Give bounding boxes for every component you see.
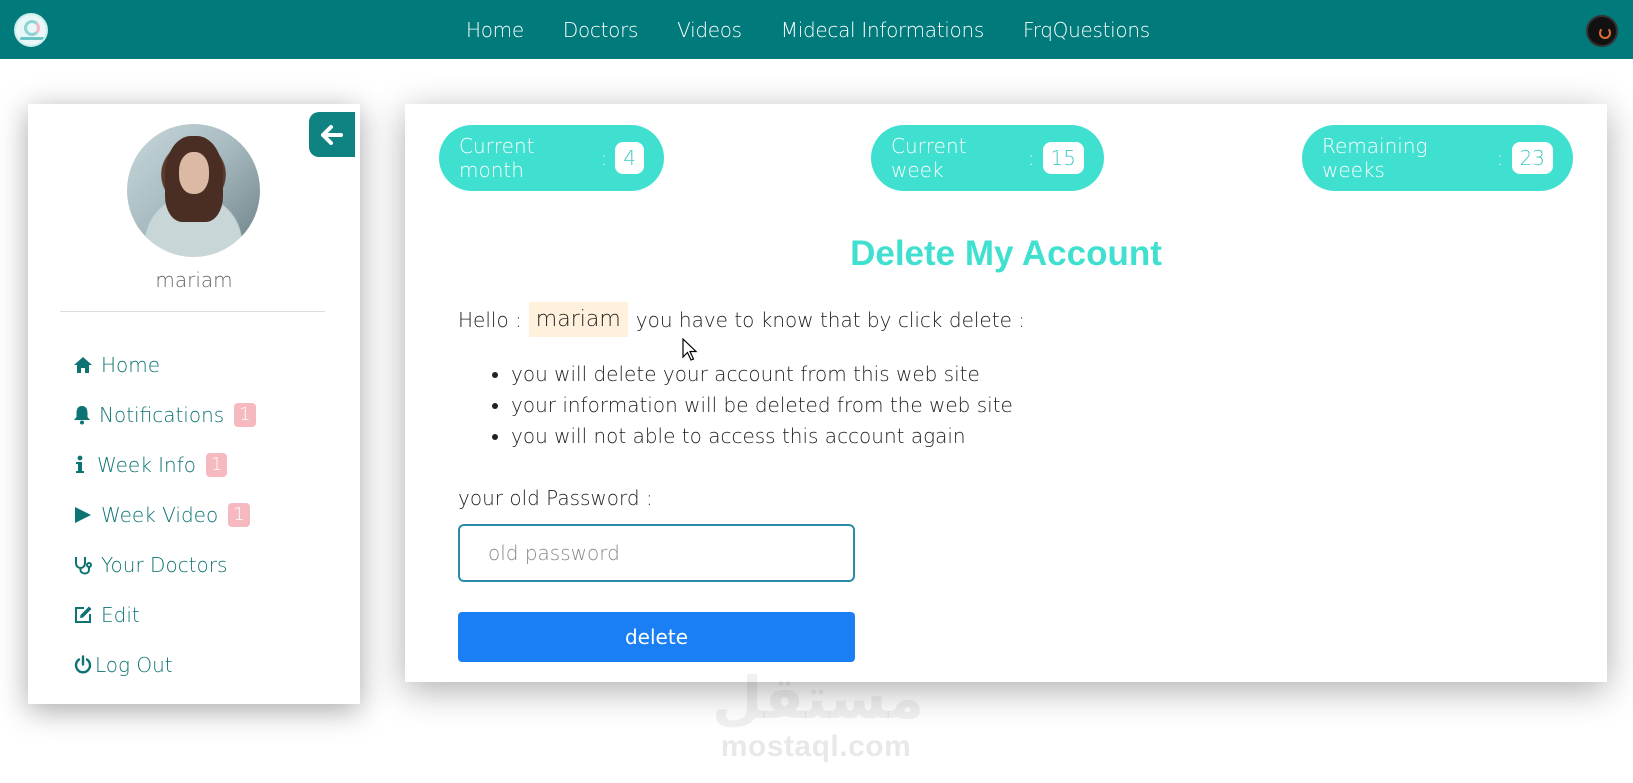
delete-account-card: Current month : 4 Current week : 15 Rema… (405, 104, 1607, 682)
warning-item: you will delete your account from this w… (511, 362, 1013, 393)
sidebar-item-label: Week Info (97, 453, 197, 477)
sidebar-divider (60, 311, 325, 312)
user-menu-icon[interactable] (1586, 15, 1618, 47)
sidebar-item-label: Home (101, 353, 161, 377)
sidebar-item-week-video[interactable]: Week Video 1 (73, 490, 256, 540)
profile-sidebar: mariam Home Notifications 1 Week Info 1 (28, 104, 360, 704)
info-icon (76, 455, 84, 473)
arrow-left-icon (321, 124, 343, 145)
warning-list: you will delete your account from this w… (511, 362, 1013, 455)
week-info-count-badge: 1 (206, 453, 228, 477)
nav-home[interactable]: Home (466, 18, 524, 42)
profile-username: mariam (155, 268, 233, 292)
sidebar-item-label: Log Out (95, 653, 173, 677)
current-month-value: 4 (615, 142, 644, 174)
home-icon (74, 357, 92, 373)
logo-swirl (24, 20, 40, 36)
top-navbar: Home Doctors Videos Midecal Informations… (0, 0, 1633, 59)
brand-logo[interactable] (14, 13, 48, 47)
page-title: Delete My Account (850, 234, 1162, 273)
remaining-weeks-value: 23 (1511, 142, 1553, 174)
power-icon (74, 655, 92, 674)
greeting-name: mariam (528, 302, 628, 337)
sidebar-item-log-out[interactable]: Log Out (73, 640, 256, 690)
current-week-stat: Current week : 15 (871, 125, 1104, 191)
remaining-weeks-stat: Remaining weeks : 23 (1302, 125, 1573, 191)
nav-faq[interactable]: FrqQuestions (1023, 18, 1150, 42)
current-month-label: Current month (459, 134, 535, 182)
password-label: your old Password : (458, 486, 653, 510)
greeting-line: Hello : mariam you have to know that by … (458, 302, 1025, 337)
delete-button[interactable]: delete (458, 612, 855, 662)
sidebar-item-edit[interactable]: Edit (73, 590, 256, 640)
nav-medical-informations[interactable]: Midecal Informations (781, 18, 984, 42)
current-month-stat: Current month : 4 (439, 125, 664, 191)
old-password-input[interactable] (458, 524, 855, 582)
logo-text-mark (20, 37, 44, 40)
greeting-suffix: you have to know that by click delete : (635, 307, 1025, 332)
greeting-prefix: Hello : (458, 307, 522, 332)
notification-count-badge: 1 (234, 403, 256, 427)
nav-doctors[interactable]: Doctors (563, 18, 639, 42)
sidebar-item-week-info[interactable]: Week Info 1 (73, 440, 256, 490)
sidebar-item-label: Edit (101, 603, 140, 627)
remaining-weeks-label: Remaining weeks (1322, 134, 1428, 182)
warning-item: your information will be deleted from th… (511, 393, 1013, 424)
sidebar-item-label: Week Video (101, 503, 219, 527)
sidebar-item-notifications[interactable]: Notifications 1 (73, 390, 256, 440)
week-video-count-badge: 1 (228, 503, 250, 527)
watermark-arabic: مستقل (712, 666, 925, 731)
bell-icon (74, 406, 90, 425)
avatar (127, 124, 260, 257)
sidebar-item-your-doctors[interactable]: Your Doctors (73, 540, 256, 590)
watermark-text: mostaql.com (720, 730, 912, 763)
mouse-cursor-icon (682, 338, 698, 361)
sidebar-menu: Home Notifications 1 Week Info 1 Week Vi… (73, 340, 256, 690)
nav-videos[interactable]: Videos (677, 18, 742, 42)
stethoscope-icon (75, 557, 92, 575)
edit-icon (75, 606, 92, 623)
back-button[interactable] (309, 112, 355, 157)
sidebar-item-label: Your Doctors (101, 553, 228, 577)
current-week-label: Current week (891, 134, 967, 182)
play-icon (75, 507, 91, 523)
nav-links: Home Doctors Videos Midecal Informations… (466, 0, 1189, 59)
sidebar-item-home[interactable]: Home (73, 340, 256, 390)
warning-item: you will not able to access this account… (511, 424, 1013, 455)
sidebar-item-label: Notifications (99, 403, 225, 427)
current-week-value: 15 (1042, 142, 1084, 174)
